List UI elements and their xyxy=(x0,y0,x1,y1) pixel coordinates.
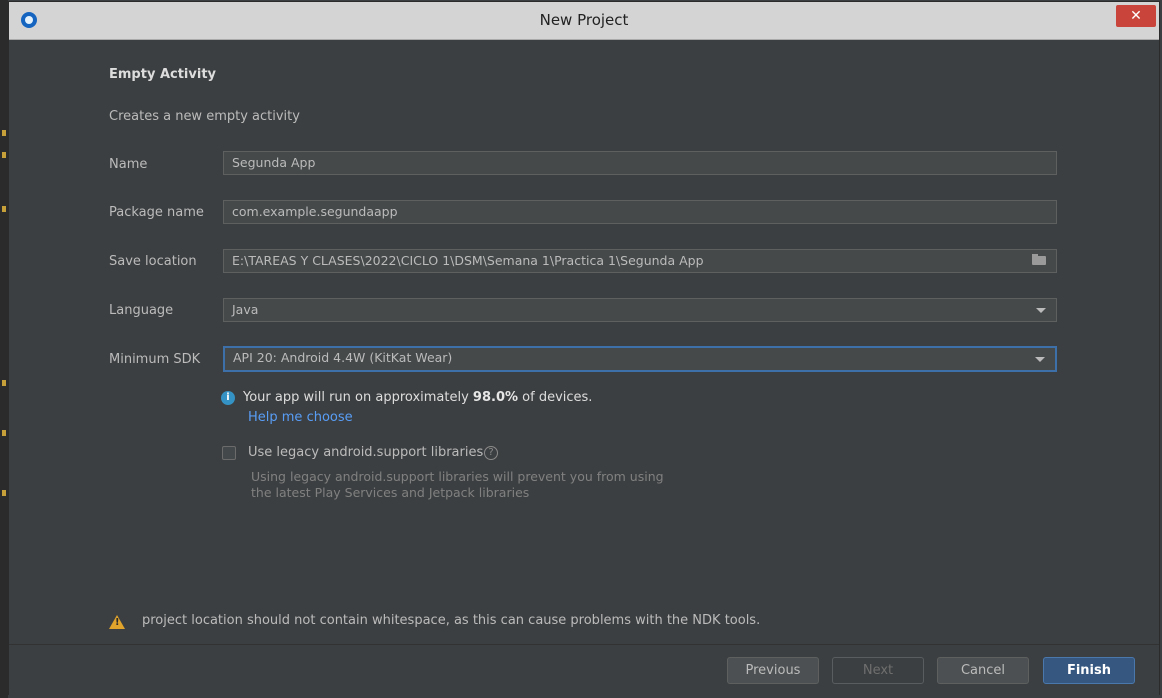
previous-button[interactable]: Previous xyxy=(727,657,819,684)
question-icon[interactable]: ? xyxy=(484,446,498,460)
help-me-choose-link[interactable]: Help me choose xyxy=(248,410,353,425)
info-icon: i xyxy=(221,391,235,405)
device-coverage-text: Your app will run on approximately 98.0%… xyxy=(243,390,593,405)
name-label: Name xyxy=(109,157,148,172)
package-name-label: Package name xyxy=(109,205,204,220)
package-name-input[interactable]: com.example.segundaapp xyxy=(223,200,1057,224)
warning-icon: ! xyxy=(109,615,125,629)
chevron-down-icon xyxy=(1036,308,1046,313)
save-location-field[interactable]: E:\TAREAS Y CLASES\2022\CICLO 1\DSM\Sema… xyxy=(223,249,1057,273)
dialog-title: New Project xyxy=(539,11,629,29)
legacy-libraries-label[interactable]: Use legacy android.support libraries xyxy=(248,445,483,460)
new-project-dialog: New Project ✕ Empty Activity Creates a n… xyxy=(8,1,1160,695)
name-input[interactable]: Segunda App xyxy=(223,151,1057,175)
save-location-label: Save location xyxy=(109,254,197,269)
minimum-sdk-select[interactable]: API 20: Android 4.4W (KitKat Wear) xyxy=(223,346,1057,372)
legacy-libraries-hint: Using legacy android.support libraries w… xyxy=(251,469,664,500)
minimum-sdk-label: Minimum SDK xyxy=(109,352,201,367)
language-value: Java xyxy=(232,302,259,317)
finish-button[interactable]: Finish xyxy=(1043,657,1135,684)
dialog-content: Empty Activity Creates a new empty activ… xyxy=(9,40,1159,640)
language-label: Language xyxy=(109,303,174,318)
folder-icon[interactable] xyxy=(1032,254,1046,265)
activity-description: Creates a new empty activity xyxy=(109,109,300,124)
ide-background-strip xyxy=(0,0,8,698)
dialog-footer: Previous Next Cancel Finish xyxy=(9,644,1159,695)
whitespace-warning: project location should not contain whit… xyxy=(142,613,761,628)
language-select[interactable]: Java xyxy=(223,298,1057,322)
legacy-libraries-checkbox[interactable] xyxy=(222,446,236,460)
minimum-sdk-value: API 20: Android 4.4W (KitKat Wear) xyxy=(233,350,453,365)
cancel-button[interactable]: Cancel xyxy=(937,657,1029,684)
coverage-percent: 98.0% xyxy=(472,390,519,405)
chevron-down-icon xyxy=(1035,357,1045,362)
activity-heading: Empty Activity xyxy=(109,67,217,82)
title-bar: New Project ✕ xyxy=(9,2,1159,40)
next-button[interactable]: Next xyxy=(832,657,924,684)
close-button[interactable]: ✕ xyxy=(1116,5,1156,27)
save-location-value: E:\TAREAS Y CLASES\2022\CICLO 1\DSM\Sema… xyxy=(232,253,704,268)
